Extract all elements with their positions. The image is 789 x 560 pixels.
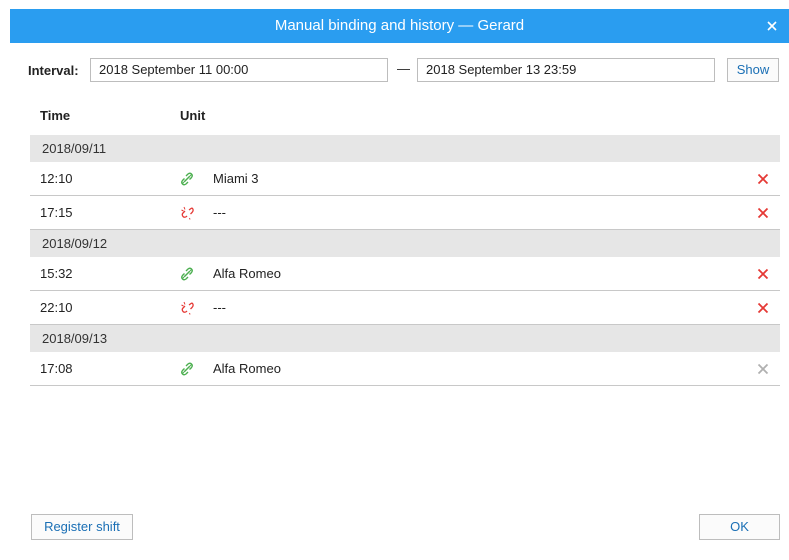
date-group-header: 2018/09/13 — [30, 325, 780, 352]
delete-icon[interactable] — [757, 302, 769, 314]
row-unit: Alfa Romeo — [213, 361, 281, 376]
column-header-unit: Unit — [180, 108, 206, 123]
interval-from-field[interactable]: 2018 September 11 00:00 — [90, 58, 388, 82]
dialog-title: Manual binding and history — Gerard — [274, 17, 525, 34]
history-row: 15:32 Alfa Romeo — [30, 257, 780, 291]
interval-row: Interval: 2018 September 11 00:00 — 2018… — [28, 58, 780, 84]
delete-icon — [757, 363, 769, 375]
history-row: 17:08 Alfa Romeo — [30, 352, 780, 386]
link-icon — [181, 267, 193, 281]
close-icon[interactable] — [764, 18, 780, 34]
register-shift-button[interactable]: Register shift — [31, 514, 133, 540]
row-time: 22:10 — [40, 300, 73, 315]
interval-label: Interval: — [28, 63, 79, 78]
delete-icon[interactable] — [757, 173, 769, 185]
row-time: 15:32 — [40, 266, 73, 281]
ok-button[interactable]: OK — [699, 514, 780, 540]
show-button[interactable]: Show — [727, 58, 779, 82]
delete-icon[interactable] — [757, 207, 769, 219]
row-unit: Miami 3 — [213, 171, 259, 186]
broken-link-icon — [181, 206, 194, 220]
link-icon — [181, 172, 193, 186]
broken-link-icon — [181, 301, 194, 315]
row-time: 17:08 — [40, 361, 73, 376]
dialog-titlebar: Manual binding and history — Gerard — [10, 9, 789, 43]
column-header-time: Time — [40, 108, 71, 123]
history-table: 2018/09/11 12:10 Miami 3 17:15 --- 2018/09/12… — [30, 135, 780, 386]
row-unit: Alfa Romeo — [213, 266, 281, 281]
history-row: 12:10 Miami 3 — [30, 162, 780, 196]
row-unit: --- — [213, 300, 226, 315]
date-group-header: 2018/09/11 — [30, 135, 780, 162]
delete-icon[interactable] — [757, 268, 769, 280]
interval-separator: — — [397, 61, 410, 76]
interval-to-field[interactable]: 2018 September 13 23:59 — [417, 58, 715, 82]
row-time: 17:15 — [40, 205, 73, 220]
date-group-header: 2018/09/12 — [30, 230, 780, 257]
row-time: 12:10 — [40, 171, 73, 186]
row-unit: --- — [213, 205, 226, 220]
link-icon — [181, 362, 193, 376]
history-row: 22:10 --- — [30, 291, 780, 325]
history-row: 17:15 --- — [30, 196, 780, 230]
